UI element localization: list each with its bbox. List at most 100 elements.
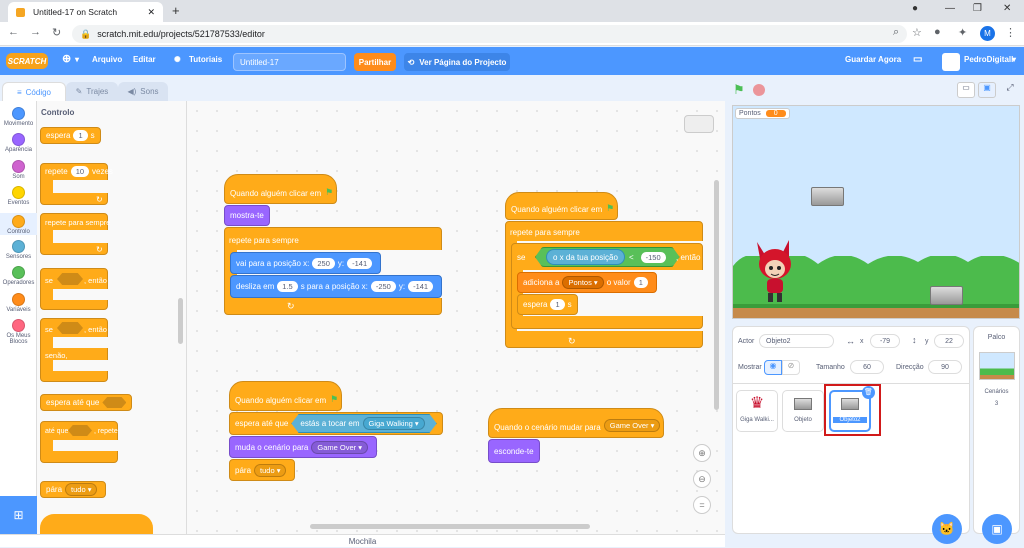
user-caret-icon[interactable]: ▾ bbox=[1012, 55, 1016, 64]
script2-less-than-block[interactable]: o x da tua posição < -150 bbox=[535, 247, 680, 267]
block-input[interactable]: 1 bbox=[633, 277, 648, 288]
script2-wait-block[interactable]: espera 1 s bbox=[517, 294, 578, 315]
add-sprite-cat-icon[interactable]: 🐱 bbox=[932, 514, 962, 544]
palette-wait-block[interactable]: espera 1 s bbox=[40, 127, 101, 144]
script2-flag-hat[interactable]: Quando alguém clicar em ⚑ bbox=[505, 192, 618, 220]
workspace-hscroll[interactable] bbox=[310, 524, 590, 529]
x-position-reporter[interactable]: o x da tua posição bbox=[546, 249, 625, 265]
sprite-thumb-giga[interactable]: ♛ Giga Walki... bbox=[736, 390, 778, 432]
script3-wait-until-block[interactable]: espera até que estás a tocar em Giga Wal… bbox=[229, 412, 443, 435]
block-input[interactable]: 1.5 bbox=[277, 281, 298, 292]
category-6[interactable]: Operadores bbox=[0, 266, 37, 286]
sprite-name-input[interactable]: Objeto2 bbox=[759, 334, 834, 348]
category-4[interactable]: Controlo bbox=[0, 213, 37, 235]
add-backdrop-icon[interactable]: ▣ bbox=[982, 514, 1012, 544]
block-input[interactable]: -141 bbox=[347, 257, 373, 269]
category-3[interactable]: Eventos bbox=[0, 186, 37, 206]
stage[interactable]: Pontos 0 bbox=[732, 105, 1020, 319]
maximize-icon[interactable]: ❐ bbox=[973, 3, 982, 14]
back-icon[interactable]: ← bbox=[8, 26, 19, 38]
menu-edit[interactable]: Editar bbox=[133, 55, 156, 64]
tab-costumes[interactable]: ✎ Trajes bbox=[66, 82, 118, 101]
palette-clone-hat-block[interactable] bbox=[40, 514, 153, 534]
language-globe-icon[interactable]: ⊕ bbox=[62, 52, 71, 65]
browser-tab[interactable]: Untitled-17 on Scratch ✕ bbox=[8, 2, 163, 22]
block-input[interactable]: 1 bbox=[550, 299, 565, 310]
extensions-puzzle-icon[interactable]: ✦ bbox=[958, 26, 967, 39]
zoom-out-icon[interactable]: ⊖ bbox=[693, 470, 711, 488]
view-project-page-button[interactable]: ⟲ Ver Página do Projecto bbox=[404, 53, 510, 71]
palette-scrollbar[interactable] bbox=[178, 298, 183, 344]
category-8[interactable]: Os Meus Blocos bbox=[0, 319, 37, 345]
block-input[interactable]: 250 bbox=[312, 257, 335, 269]
forward-icon[interactable]: → bbox=[30, 26, 41, 38]
y-input[interactable]: 22 bbox=[934, 334, 964, 348]
script4-hide-block[interactable]: esconde-te bbox=[488, 439, 540, 463]
close-window-icon[interactable]: ✕ bbox=[1003, 3, 1011, 14]
delete-sprite-trash-icon[interactable]: 🗑 bbox=[862, 386, 875, 399]
zoom-reset-icon[interactable]: = bbox=[693, 496, 711, 514]
profile-dot-icon[interactable]: ● bbox=[912, 3, 918, 14]
menu-tutorials[interactable]: Tutoriais bbox=[189, 55, 222, 64]
small-stage-icon[interactable]: ▭ bbox=[957, 82, 975, 98]
green-flag-icon[interactable]: ⚑ bbox=[733, 82, 745, 98]
category-7[interactable]: Variáveis bbox=[0, 293, 37, 313]
new-tab-icon[interactable]: + bbox=[172, 3, 180, 18]
minimize-icon[interactable]: — bbox=[945, 3, 955, 14]
user-avatar[interactable] bbox=[942, 53, 960, 71]
project-title-input[interactable]: Untitled-17 bbox=[233, 53, 346, 71]
script1-glide-block[interactable]: desliza em 1.5 s para a posição x: -250 y: -1… bbox=[230, 275, 443, 298]
boolean-slot[interactable] bbox=[57, 322, 83, 334]
block-input[interactable]: -250 bbox=[370, 281, 396, 292]
tab-sounds[interactable]: ◀) Sons bbox=[118, 82, 168, 101]
giga-walking-sprite[interactable] bbox=[753, 236, 797, 304]
category-2[interactable]: Som bbox=[0, 160, 37, 180]
category-1[interactable]: Aparência bbox=[0, 133, 37, 153]
show-sprite-eye-icon[interactable]: ◉ bbox=[764, 360, 782, 375]
objeto2-sprite[interactable] bbox=[811, 187, 844, 206]
stop-sign-icon[interactable] bbox=[753, 84, 765, 96]
variable-dropdown[interactable]: Pontos ▾ bbox=[562, 276, 604, 289]
block-input[interactable]: -141 bbox=[408, 281, 434, 292]
share-button[interactable]: Partilhar bbox=[354, 53, 396, 71]
x-input[interactable]: -79 bbox=[870, 334, 900, 348]
script2-change-var-block[interactable]: adiciona a Pontos ▾ o valor 1 bbox=[517, 272, 657, 293]
language-caret-icon[interactable]: ▾ bbox=[75, 55, 79, 64]
stop-dropdown[interactable]: tudo ▾ bbox=[254, 463, 287, 477]
my-stuff-folder-icon[interactable]: ▭ bbox=[913, 54, 922, 65]
direction-input[interactable]: 90 bbox=[928, 360, 962, 374]
script3-stop-block[interactable]: pára tudo ▾ bbox=[229, 459, 296, 481]
palette-stop-block[interactable]: pára tudo ▾ bbox=[40, 481, 107, 498]
category-5[interactable]: Sensores bbox=[0, 240, 37, 260]
extension-dot-icon[interactable]: ● bbox=[934, 26, 941, 38]
add-extension-button[interactable]: ⊞ bbox=[0, 496, 37, 534]
large-stage-icon[interactable]: ▣ bbox=[978, 82, 996, 98]
tab-code[interactable]: ≡ Código bbox=[2, 82, 66, 101]
scratch-logo[interactable]: SCRATCH bbox=[6, 53, 48, 69]
fullscreen-icon[interactable]: ⤢ bbox=[1001, 82, 1019, 98]
zoom-in-icon[interactable]: ⊕ bbox=[693, 444, 711, 462]
block-input[interactable]: 10 bbox=[70, 166, 90, 177]
workspace-vscroll[interactable] bbox=[714, 180, 719, 410]
stop-dropdown[interactable]: tudo ▾ bbox=[65, 483, 98, 496]
reload-icon[interactable]: ↻ bbox=[52, 26, 61, 39]
save-now-button[interactable]: Guardar Agora bbox=[845, 55, 901, 64]
block-input[interactable]: -150 bbox=[640, 251, 666, 263]
url-field[interactable]: 🔒 scratch.mit.edu/projects/521787533/edi… bbox=[72, 25, 907, 43]
backpack-bar[interactable]: Mochila bbox=[0, 534, 725, 547]
palette-wait-until-block[interactable]: espera até que bbox=[40, 394, 133, 411]
touching-block[interactable]: estás a tocar em Giga Walking ▾ bbox=[291, 414, 437, 433]
zoom-icon[interactable]: ⌕ bbox=[893, 26, 899, 39]
category-0[interactable]: Movimento bbox=[0, 107, 37, 127]
profile-avatar[interactable]: M bbox=[980, 26, 995, 41]
script1-show-block[interactable]: mostra-te bbox=[224, 205, 270, 226]
variable-monitor[interactable]: Pontos 0 bbox=[735, 108, 790, 119]
script3-flag-hat[interactable]: Quando alguém clicar em ⚑ bbox=[229, 381, 342, 411]
script1-goto-block[interactable]: vai para a posição x: 250 y: -141 bbox=[230, 252, 382, 274]
script1-flag-hat[interactable]: Quando alguém clicar em ⚑ bbox=[224, 174, 337, 204]
close-tab-icon[interactable]: ✕ bbox=[147, 7, 155, 18]
backdrop-dropdown[interactable]: Game Over ▾ bbox=[311, 440, 369, 454]
block-input[interactable]: 1 bbox=[73, 130, 88, 141]
boolean-slot[interactable] bbox=[57, 273, 83, 285]
boolean-slot[interactable] bbox=[102, 397, 127, 408]
